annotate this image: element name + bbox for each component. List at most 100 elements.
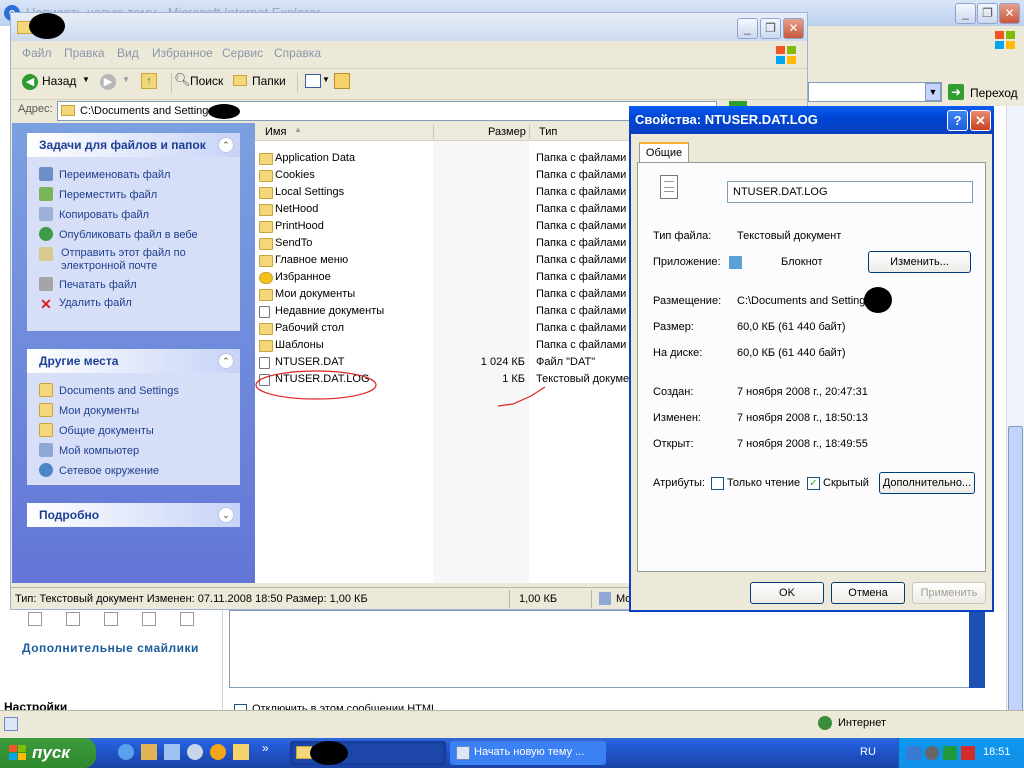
help-button[interactable]: ? [947, 110, 968, 131]
message-textarea[interactable] [229, 610, 985, 688]
ie-quicklaunch-icon[interactable] [118, 744, 134, 760]
on-disk-label: На диске: [653, 347, 703, 359]
rename-icon [39, 167, 53, 181]
globe-icon [818, 716, 832, 730]
hidden-checkbox[interactable]: ✓ [807, 477, 820, 490]
menu-favorites[interactable]: Избранное [152, 46, 213, 60]
move-icon [39, 187, 53, 201]
change-button[interactable]: Изменить... [868, 251, 971, 273]
smiley-icon[interactable] [180, 612, 194, 626]
readonly-checkbox[interactable] [711, 477, 724, 490]
created-value: 7 ноября 2008 г., 20:47:31 [737, 386, 868, 398]
menu-view[interactable]: Вид [117, 46, 139, 60]
menu-help[interactable]: Справка [274, 46, 321, 60]
minimize-button[interactable]: _ [955, 3, 976, 24]
quicklaunch-icon[interactable] [187, 744, 203, 760]
up-folder-icon[interactable]: ↑ [141, 73, 157, 89]
tray-icon[interactable] [961, 746, 975, 760]
task-move[interactable]: Переместить файл [39, 187, 157, 201]
filename-input[interactable]: NTUSER.DAT.LOG [727, 181, 973, 203]
forward-dropdown-icon[interactable]: ▼ [122, 75, 130, 84]
advanced-button[interactable]: Дополнительно... [879, 472, 975, 494]
folder-sync-icon[interactable] [334, 73, 350, 89]
ie-address-input[interactable] [808, 82, 942, 102]
file-type-label: Тип файла: [653, 230, 712, 242]
menu-edit[interactable]: Правка [64, 46, 105, 60]
dropdown-icon[interactable]: ▼ [925, 83, 941, 101]
quicklaunch-expand-icon[interactable]: » [262, 741, 269, 755]
task-print[interactable]: Печатать файл [39, 277, 137, 291]
back-arrow-icon[interactable]: ◀ [22, 74, 38, 90]
maximize-button[interactable]: ❐ [977, 3, 998, 24]
menu-tools[interactable]: Сервис [222, 46, 263, 60]
taskbar-explorer-task[interactable] [290, 741, 446, 765]
details-header[interactable]: Подробно [27, 503, 240, 527]
opened-value: 7 ноября 2008 г., 18:49:55 [737, 438, 868, 450]
apply-button[interactable]: Применить [912, 582, 986, 604]
quicklaunch-icon[interactable] [233, 744, 249, 760]
close-button[interactable]: ✕ [999, 3, 1020, 24]
size-label: Размер: [653, 321, 694, 333]
task-publish[interactable]: Опубликовать файл в вебе [39, 227, 198, 241]
forward-arrow-icon[interactable]: ▶ [100, 74, 116, 90]
internet-zone-label: Интернет [838, 717, 886, 729]
menu-file[interactable]: Файл [22, 46, 52, 60]
place-my-computer[interactable]: Мой компьютер [39, 443, 139, 457]
scrollbar-thumb[interactable] [1008, 426, 1023, 756]
address-label: Адрес: [18, 103, 53, 115]
task-email[interactable]: Отправить этот файл по электронной почте [39, 247, 189, 273]
smiley-icon[interactable] [104, 612, 118, 626]
delete-x-icon: ✕ [40, 296, 52, 312]
readonly-label: Только чтение [727, 477, 801, 489]
redaction-scribble [864, 287, 892, 313]
tray-icon[interactable] [943, 746, 957, 760]
more-smileys-link[interactable]: Дополнительные смайлики [22, 641, 199, 655]
created-label: Создан: [653, 386, 694, 398]
tray-icon[interactable] [907, 746, 921, 760]
address-input[interactable]: C:\Documents and Settings\ [57, 101, 717, 121]
language-indicator[interactable]: RU [860, 746, 876, 758]
collapse-icon[interactable]: ⌃ [218, 353, 234, 369]
smiley-icon[interactable] [28, 612, 42, 626]
go-arrow-icon[interactable]: ➜ [948, 84, 964, 100]
views-icon[interactable] [305, 74, 321, 88]
textarea-scrollbar[interactable] [969, 611, 985, 688]
place-documents-settings[interactable]: Documents and Settings [39, 383, 179, 397]
attributes-label: Атрибуты: [653, 477, 705, 489]
folders-button[interactable]: Папки [252, 74, 286, 88]
explorer-close-button[interactable]: ✕ [783, 18, 804, 39]
explorer-minimize-button[interactable]: _ [737, 18, 758, 39]
back-button[interactable]: Назад [42, 74, 76, 88]
cancel-button[interactable]: Отмена [831, 582, 905, 604]
file-type-value: Текстовый документ [737, 230, 842, 242]
modified-label: Изменен: [653, 412, 701, 424]
smiley-icon[interactable] [142, 612, 156, 626]
show-desktop-icon[interactable] [164, 744, 180, 760]
taskbar-ie-task[interactable]: Начать новую тему ... [450, 741, 606, 765]
task-delete[interactable]: ✕ Удалить файл [39, 297, 132, 311]
back-dropdown-icon[interactable]: ▼ [82, 75, 90, 84]
place-my-documents[interactable]: Мои документы [39, 403, 139, 417]
quicklaunch-icon[interactable] [141, 744, 157, 760]
place-network[interactable]: Сетевое окружение [39, 463, 159, 477]
go-button[interactable]: Переход [970, 86, 1018, 100]
explorer-maximize-button[interactable]: ❐ [760, 18, 781, 39]
media-player-icon[interactable] [210, 744, 226, 760]
task-copy[interactable]: Копировать файл [39, 207, 149, 221]
ie-scrollbar[interactable] [1006, 106, 1024, 756]
close-button[interactable]: ✕ [970, 110, 991, 131]
tab-general[interactable]: Общие [639, 142, 689, 164]
search-button[interactable]: Поиск [190, 74, 223, 88]
file-tasks-header[interactable]: Задачи для файлов и папок [27, 133, 240, 157]
ie-toolbar-area [808, 54, 1024, 80]
tray-icon[interactable] [925, 746, 939, 760]
smiley-icon[interactable] [66, 612, 80, 626]
expand-icon[interactable]: ⌄ [218, 507, 234, 523]
other-places-header[interactable]: Другие места [27, 349, 240, 373]
ok-button[interactable]: OK [750, 582, 824, 604]
collapse-icon[interactable]: ⌃ [218, 137, 234, 153]
start-button[interactable]: пуск [0, 738, 96, 768]
task-rename[interactable]: Переименовать файл [39, 167, 170, 181]
place-shared-documents[interactable]: Общие документы [39, 423, 154, 437]
views-dropdown-icon[interactable]: ▼ [322, 75, 330, 84]
